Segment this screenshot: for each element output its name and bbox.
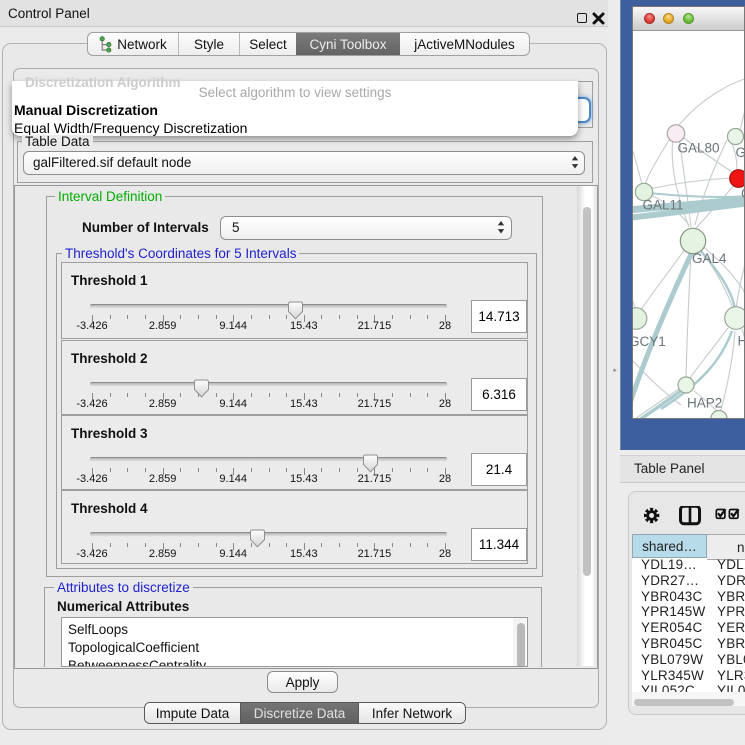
svg-text:GA: GA xyxy=(736,145,745,160)
svg-text:C: C xyxy=(741,186,745,201)
svg-text:HAP2: HAP2 xyxy=(687,396,722,411)
svg-text:H: H xyxy=(738,334,745,349)
svg-text:GCY1: GCY1 xyxy=(633,334,666,349)
svg-text:GAL11: GAL11 xyxy=(643,198,684,213)
svg-text:GAL4: GAL4 xyxy=(692,251,727,266)
svg-text:GAL80: GAL80 xyxy=(678,141,720,156)
